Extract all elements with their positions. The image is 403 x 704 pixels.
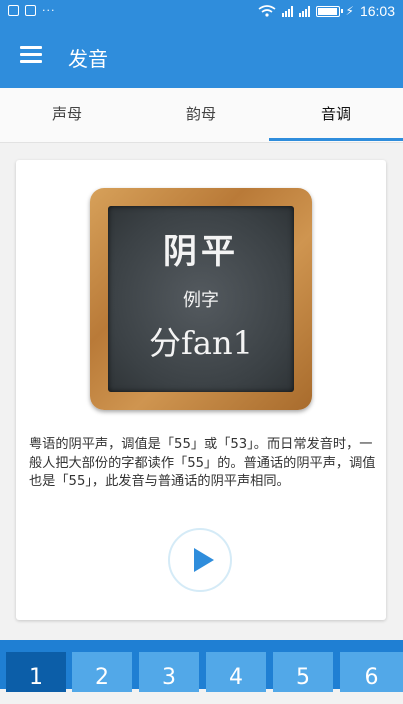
- tone-selector-bar: 1 2 3 4 5 6: [0, 640, 403, 692]
- chalkboard-image: 阴平 例字 分fan1: [90, 188, 312, 410]
- example-character: 分fan1: [149, 324, 253, 362]
- tab-tones[interactable]: 音调: [269, 88, 403, 142]
- tab-initials[interactable]: 声母: [0, 88, 134, 142]
- lock-icon: [25, 5, 36, 16]
- tone-button-1[interactable]: 1: [6, 652, 66, 692]
- clock: 16:03: [359, 3, 395, 19]
- tone-button-2[interactable]: 2: [72, 652, 132, 692]
- status-right: ⚡ 16:03: [258, 3, 395, 19]
- tab-finals[interactable]: 韵母: [134, 88, 268, 142]
- tone-button-6[interactable]: 6: [340, 652, 403, 692]
- app-bar: 发音: [0, 26, 403, 88]
- status-left: ···: [8, 5, 56, 16]
- status-bar: ··· ⚡ 16:03: [0, 0, 403, 26]
- tone-name: 阴平: [163, 232, 239, 272]
- tone-card: 阴平 例字 分fan1 粤语的阴平声，调值是「55」或「53」。而日常发音时，一…: [16, 160, 386, 620]
- tone-description: 粤语的阴平声，调值是「55」或「53」。而日常发音时，一般人把大部份的字都读作「…: [29, 437, 376, 489]
- menu-icon[interactable]: [20, 46, 42, 64]
- chalkboard-surface: 阴平 例字 分fan1: [108, 206, 294, 392]
- signal-icon-2: [298, 5, 310, 17]
- more-notifications-icon: ···: [42, 4, 56, 17]
- charging-icon: ⚡: [345, 4, 354, 18]
- tab-indicator: [269, 138, 403, 141]
- tone-button-3[interactable]: 3: [139, 652, 199, 692]
- wifi-icon: [258, 5, 275, 17]
- image-icon: [8, 5, 19, 16]
- play-button[interactable]: [168, 528, 232, 592]
- example-label: 例字: [183, 290, 219, 311]
- battery-icon: [315, 5, 343, 17]
- tone-button-4[interactable]: 4: [206, 652, 266, 692]
- tone-button-5[interactable]: 5: [273, 652, 333, 692]
- tab-bar: 声母 韵母 音调: [0, 88, 403, 143]
- signal-icon: [281, 5, 293, 17]
- page-title: 发音: [68, 47, 108, 71]
- play-icon: [194, 548, 214, 572]
